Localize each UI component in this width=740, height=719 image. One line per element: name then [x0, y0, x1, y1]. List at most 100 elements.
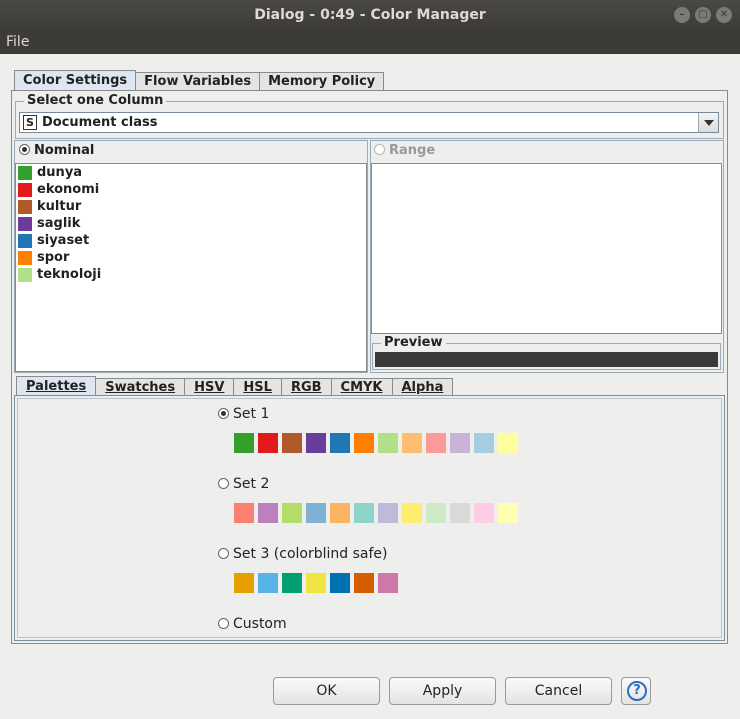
- nominal-item-label: spor: [37, 250, 70, 265]
- palette-set2-radio[interactable]: Set 2: [218, 476, 269, 492]
- palette-color-swatch[interactable]: [282, 433, 302, 453]
- menu-bar: File: [0, 31, 740, 54]
- palette-color-swatch[interactable]: [282, 573, 302, 593]
- cancel-button[interactable]: Cancel: [505, 677, 612, 705]
- palette-color-swatch[interactable]: [402, 503, 422, 523]
- palette-label: Set 3 (colorblind safe): [233, 546, 388, 562]
- tab-rgb[interactable]: RGB: [280, 378, 332, 396]
- tab-alpha[interactable]: Alpha: [391, 378, 454, 396]
- title-bar: Dialog - 0:49 - Color Manager – ▢ ✕: [0, 0, 740, 31]
- palette-color-swatch[interactable]: [330, 433, 350, 453]
- menu-file[interactable]: File: [6, 34, 29, 50]
- window-controls: – ▢ ✕: [674, 7, 732, 23]
- nominal-label: Nominal: [34, 143, 95, 158]
- palette-color-swatch[interactable]: [498, 503, 518, 523]
- tab-hsl[interactable]: HSL: [233, 378, 282, 396]
- palette-color-swatch[interactable]: [258, 433, 278, 453]
- tab-hsv[interactable]: HSV: [184, 378, 235, 396]
- string-type-icon: S: [23, 115, 37, 130]
- nominal-item-kultur[interactable]: kultur: [16, 198, 366, 215]
- palette-color-swatch[interactable]: [498, 433, 518, 453]
- palette-color-swatch[interactable]: [426, 433, 446, 453]
- minimize-icon[interactable]: –: [674, 7, 690, 23]
- palette-color-swatch[interactable]: [402, 433, 422, 453]
- nominal-item-ekonomi[interactable]: ekonomi: [16, 181, 366, 198]
- palette-color-swatch[interactable]: [258, 503, 278, 523]
- color-swatch: [18, 233, 32, 248]
- palette-color-swatch[interactable]: [450, 503, 470, 523]
- color-swatch: [18, 199, 32, 214]
- color-swatch: [18, 250, 32, 265]
- range-radio[interactable]: Range: [374, 143, 435, 158]
- column-combo-value: Document class: [42, 115, 158, 130]
- palette-color-swatch[interactable]: [450, 433, 470, 453]
- radio-icon: [218, 548, 229, 559]
- tab-palettes[interactable]: Palettes: [16, 376, 97, 396]
- help-button[interactable]: ?: [621, 677, 651, 705]
- palette-set3-colors: [234, 573, 398, 593]
- nominal-value-list[interactable]: dunya ekonomi kultur saglik siyaset spor tekno…: [15, 163, 367, 372]
- palette-color-swatch[interactable]: [234, 573, 254, 593]
- nominal-item-spor[interactable]: spor: [16, 249, 366, 266]
- radio-icon: [19, 144, 30, 155]
- palette-color-swatch[interactable]: [354, 503, 374, 523]
- window-title: Dialog - 0:49 - Color Manager: [254, 7, 486, 23]
- select-column-title: Select one Column: [24, 93, 167, 109]
- color-swatch: [18, 216, 32, 231]
- range-list[interactable]: [371, 163, 722, 334]
- range-label: Range: [389, 143, 436, 158]
- nominal-item-saglik[interactable]: saglik: [16, 215, 366, 232]
- palette-color-swatch[interactable]: [378, 503, 398, 523]
- color-swatch: [18, 182, 32, 197]
- palette-color-swatch[interactable]: [306, 573, 326, 593]
- palette-label: Custom: [233, 616, 287, 632]
- chooser-tabs: Palettes Swatches HSV HSL RGB CMYK Alpha: [16, 376, 454, 396]
- tab-swatches[interactable]: Swatches: [95, 378, 186, 396]
- color-swatch: [18, 165, 32, 180]
- palette-color-swatch[interactable]: [330, 503, 350, 523]
- help-icon: ?: [627, 681, 647, 701]
- radio-icon: [374, 144, 385, 155]
- column-combo[interactable]: S Document class: [19, 112, 719, 133]
- palette-color-swatch[interactable]: [306, 433, 326, 453]
- radio-icon: [218, 618, 229, 629]
- radio-icon: [218, 408, 229, 419]
- nominal-item-label: ekonomi: [37, 182, 100, 197]
- nominal-item-label: teknoloji: [37, 267, 102, 282]
- palette-label: Set 1: [233, 406, 270, 422]
- nominal-item-dunya[interactable]: dunya: [16, 164, 366, 181]
- tab-memory-policy[interactable]: Memory Policy: [259, 72, 385, 91]
- tab-color-settings[interactable]: Color Settings: [14, 70, 137, 91]
- ok-button[interactable]: OK: [273, 677, 380, 705]
- palette-color-swatch[interactable]: [282, 503, 302, 523]
- palette-set1-colors: [234, 433, 518, 453]
- nominal-radio[interactable]: Nominal: [19, 143, 94, 158]
- palette-color-swatch[interactable]: [234, 503, 254, 523]
- nominal-item-teknoloji[interactable]: teknoloji: [16, 266, 366, 283]
- close-icon[interactable]: ✕: [716, 7, 732, 23]
- tab-flow-variables[interactable]: Flow Variables: [135, 72, 261, 91]
- palette-color-swatch[interactable]: [234, 433, 254, 453]
- palette-color-swatch[interactable]: [330, 573, 350, 593]
- preview-color-bar: [375, 352, 718, 367]
- palette-color-swatch[interactable]: [474, 503, 494, 523]
- palette-color-swatch[interactable]: [354, 573, 374, 593]
- nominal-item-label: kultur: [37, 199, 82, 214]
- tab-cmyk[interactable]: CMYK: [330, 378, 393, 396]
- palette-color-swatch[interactable]: [378, 573, 398, 593]
- palette-set1-radio[interactable]: Set 1: [218, 406, 269, 422]
- nominal-item-siyaset[interactable]: siyaset: [16, 232, 366, 249]
- apply-button[interactable]: Apply: [389, 677, 496, 705]
- main-tabs: Color Settings Flow Variables Memory Pol…: [14, 70, 385, 91]
- palette-color-swatch[interactable]: [474, 433, 494, 453]
- palette-set3-radio[interactable]: Set 3 (colorblind safe): [218, 546, 388, 562]
- maximize-icon[interactable]: ▢: [695, 7, 711, 23]
- palette-color-swatch[interactable]: [426, 503, 446, 523]
- palette-color-swatch[interactable]: [306, 503, 326, 523]
- palette-color-swatch[interactable]: [378, 433, 398, 453]
- palette-custom-radio[interactable]: Custom: [218, 616, 287, 632]
- palette-color-swatch[interactable]: [258, 573, 278, 593]
- radio-icon: [218, 478, 229, 489]
- palette-color-swatch[interactable]: [354, 433, 374, 453]
- chevron-down-icon[interactable]: [698, 113, 718, 132]
